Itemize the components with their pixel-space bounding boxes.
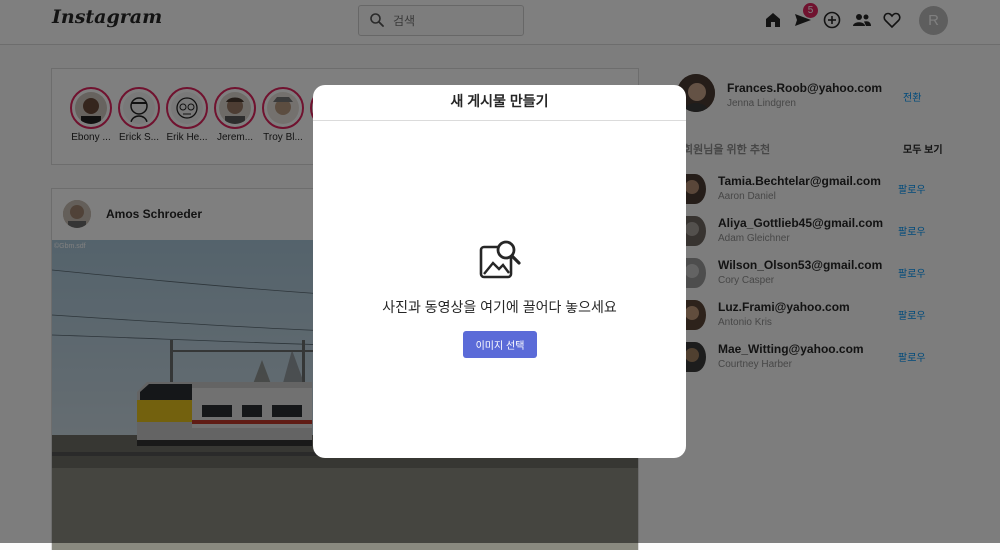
drop-instructions: 사진과 동영상을 여기에 끌어다 놓으세요	[382, 299, 617, 315]
photo-search-icon	[479, 240, 521, 279]
modal-title: 새 게시물 만들기	[313, 85, 686, 121]
create-post-modal: 새 게시물 만들기 사진과 동영상을 여기에 끌어다 놓으세요 이미지 선택	[313, 85, 686, 458]
select-image-button[interactable]: 이미지 선택	[463, 331, 537, 358]
